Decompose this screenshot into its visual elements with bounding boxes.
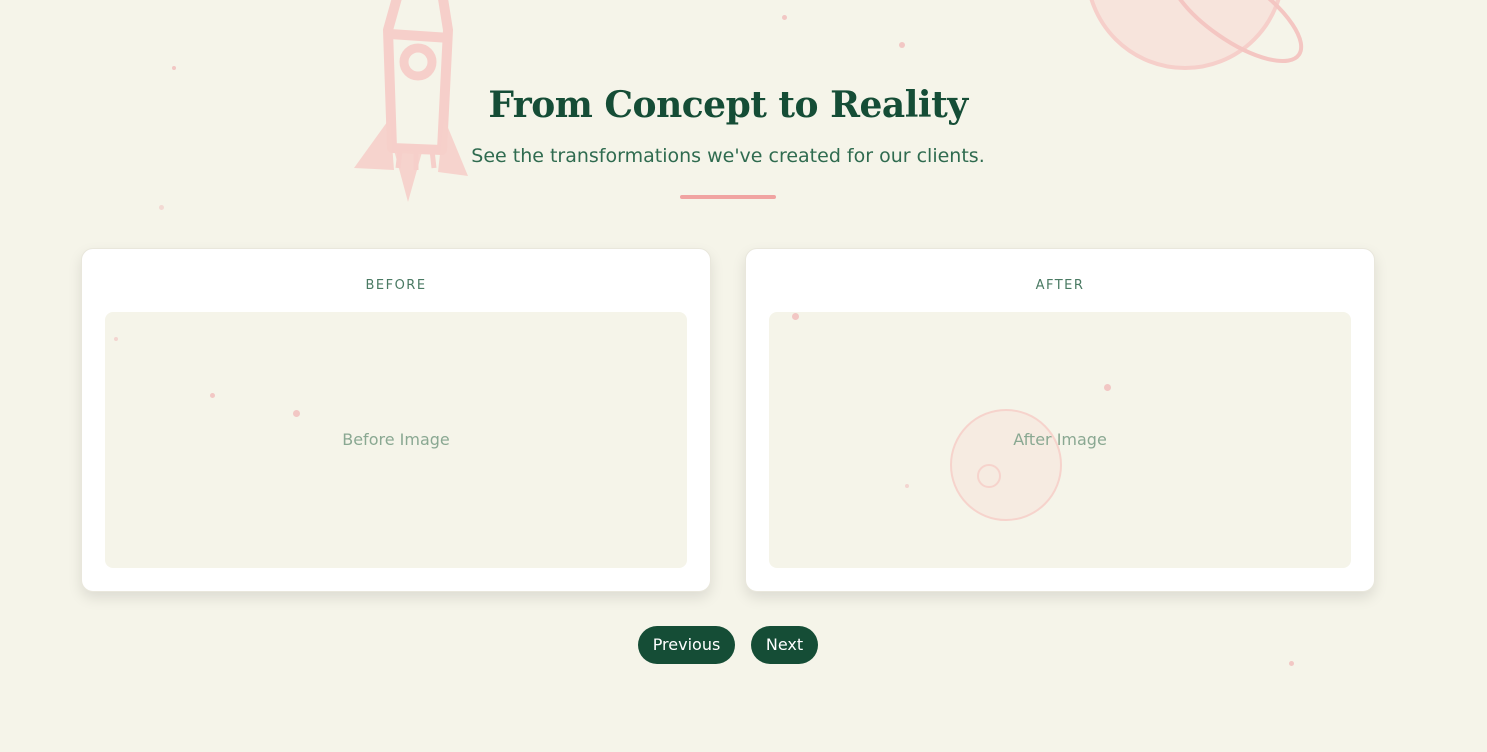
page-subtitle: See the transformations we've created fo…: [471, 145, 985, 167]
previous-button[interactable]: Previous: [638, 626, 735, 664]
after-label: AFTER: [1035, 278, 1085, 293]
star-dot: [1289, 661, 1294, 666]
before-card: BEFORE Before Image: [81, 248, 711, 592]
after-image: After Image: [769, 312, 1351, 568]
after-card: AFTER After Image: [745, 248, 1375, 592]
star-dot: [114, 337, 118, 341]
before-image: Before Image: [105, 312, 687, 568]
after-image-placeholder: After Image: [1013, 430, 1107, 449]
star-dot: [1104, 384, 1111, 391]
star-dot: [782, 15, 787, 20]
before-image-placeholder: Before Image: [342, 430, 450, 449]
star-dot: [159, 205, 164, 210]
planet-icon: [1089, 0, 1304, 70]
title-divider: [680, 195, 776, 199]
moon-icon: [950, 409, 1062, 521]
star-dot: [899, 42, 905, 48]
star-dot: [172, 66, 176, 70]
star-dot: [293, 410, 300, 417]
star-dot: [210, 393, 215, 398]
page: From Concept to Reality See the transfor…: [0, 0, 1487, 752]
star-dot: [905, 484, 909, 488]
star-dot: [792, 313, 799, 320]
next-button[interactable]: Next: [751, 626, 818, 664]
page-title: From Concept to Reality: [488, 84, 968, 126]
before-label: BEFORE: [365, 278, 427, 293]
